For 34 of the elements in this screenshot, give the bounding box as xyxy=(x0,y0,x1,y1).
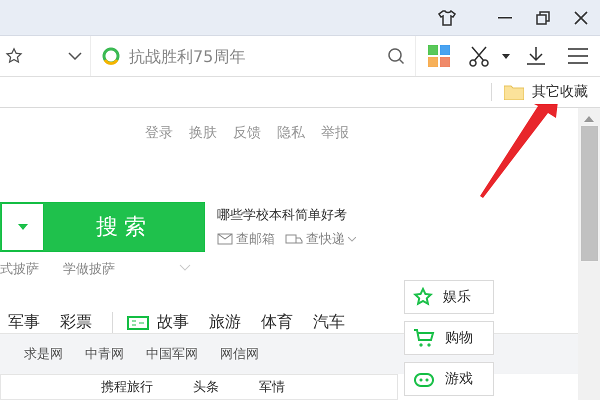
side-panel-button[interactable]: 娱乐 xyxy=(404,280,494,314)
nav-link[interactable]: 体育 xyxy=(261,312,293,333)
card-icon xyxy=(127,316,149,330)
side-panel-button[interactable]: 游戏 xyxy=(404,362,494,396)
hot-search-link[interactable]: 哪些学校本科简单好考 xyxy=(217,206,356,224)
nav-link[interactable]: 军事 xyxy=(8,312,40,333)
caret-icon xyxy=(18,224,28,230)
bookmark-folder[interactable]: 其它收藏 xyxy=(491,83,594,101)
folder-icon xyxy=(504,84,524,100)
search-icon[interactable] xyxy=(387,47,405,65)
nav-link[interactable]: 彩票 xyxy=(60,312,92,333)
envelope-icon xyxy=(217,233,233,245)
scrollbar[interactable] xyxy=(578,108,600,400)
feed-link[interactable]: 军情 xyxy=(259,378,285,396)
site-link[interactable]: 求是网 xyxy=(24,345,63,363)
nav-link[interactable]: 旅游 xyxy=(209,312,241,333)
cart-icon xyxy=(413,328,435,348)
chevron-down-icon xyxy=(348,236,356,242)
nav-link[interactable]: 汽车 xyxy=(313,312,345,333)
site-link[interactable]: 网信网 xyxy=(220,345,259,363)
truck-icon xyxy=(285,233,303,245)
side-panel-button[interactable]: 购物 xyxy=(404,321,494,355)
search-engine-logo-icon xyxy=(101,46,121,66)
scrollbar-thumb[interactable] xyxy=(580,126,598,261)
feed-link[interactable]: 携程旅行 xyxy=(101,378,153,396)
suggestion-link[interactable]: 式披萨 xyxy=(0,258,39,280)
site-link[interactable]: 中青网 xyxy=(85,345,124,363)
site-link[interactable]: 中国军网 xyxy=(146,345,198,363)
mail-link[interactable]: 查邮箱 xyxy=(217,230,275,248)
feed-link[interactable]: 头条 xyxy=(193,378,219,396)
star-icon xyxy=(413,287,433,307)
suggestion-link[interactable]: 学做披萨 xyxy=(63,258,115,280)
address-bar[interactable]: 抗战胜利75周年 xyxy=(90,36,416,76)
express-link[interactable]: 查快递 xyxy=(285,230,356,248)
